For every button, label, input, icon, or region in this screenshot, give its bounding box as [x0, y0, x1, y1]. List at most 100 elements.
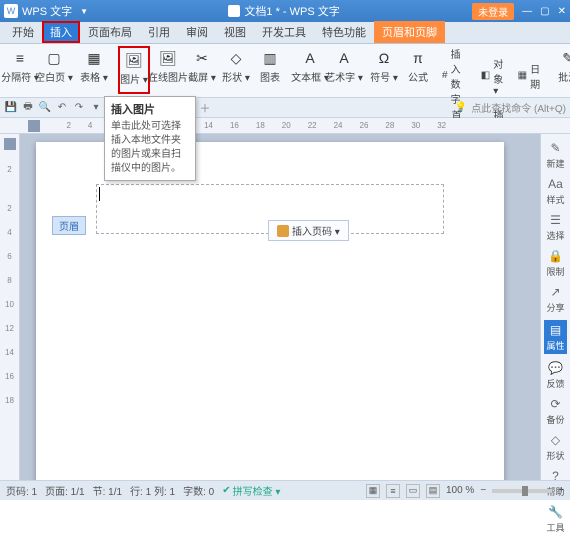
table-icon: ▦ — [84, 48, 104, 68]
chart-icon: ▥ — [260, 48, 280, 68]
screenshot-icon: ✂ — [192, 48, 212, 68]
tab-developer[interactable]: 开发工具 — [254, 21, 314, 43]
document-canvas[interactable]: 页眉 插入页码 ▾ — [20, 134, 540, 480]
sidebar-item-选择[interactable]: ☰选择 — [546, 212, 564, 242]
status-pages[interactable]: 页面: 1/1 — [45, 483, 84, 498]
sidebar-item-新建[interactable]: ✎新建 — [546, 140, 564, 170]
minimize-button[interactable]: — — [522, 6, 532, 17]
online-picture-button[interactable]: 🖼在线图片 — [152, 46, 184, 94]
ruler-mark: 16 — [5, 372, 14, 381]
wordart-button[interactable]: A艺术字 ▾ — [328, 46, 360, 94]
insert-number-button[interactable]: #插入数字 ◧对象 ▾ ▦日期 — [442, 46, 540, 106]
blank-page-icon: ▢ — [44, 48, 64, 68]
sidebar-item-属性[interactable]: ▤属性 — [544, 320, 566, 354]
horizontal-ruler[interactable]: 22468101214161820222426283032 — [0, 118, 570, 134]
chart-button[interactable]: ▥图表 — [254, 46, 286, 94]
sidebar-label: 工具 — [546, 521, 564, 534]
page-number-icon — [277, 225, 289, 237]
comment-button[interactable]: ✎批注 — [552, 46, 570, 94]
new-tab-button[interactable]: ＋ — [200, 100, 211, 116]
status-page[interactable]: 页码: 1 — [6, 483, 37, 498]
sidebar-label: 反馈 — [546, 377, 564, 390]
qat-save-icon[interactable]: 💾 — [4, 101, 18, 115]
sidebar-label: 分享 — [546, 301, 564, 314]
separator-icon: ≡ — [10, 48, 30, 68]
qat-more-icon[interactable]: ▾ — [89, 101, 103, 115]
login-button[interactable]: 未登录 — [472, 3, 514, 20]
tab-header-footer[interactable]: 页眉和页脚 — [374, 21, 445, 43]
blank-page-button[interactable]: ▢空白页 ▾ — [38, 46, 70, 94]
tooltip-body: 单击此处可选择插入本地文件夹的图片或来自扫描仪中的图片。 — [111, 120, 189, 176]
zoom-in-button[interactable]: + — [558, 485, 564, 496]
sidebar-item-备份[interactable]: ⟳备份 — [546, 396, 564, 426]
tab-special[interactable]: 特色功能 — [314, 21, 374, 43]
maximize-button[interactable]: ▢ — [540, 6, 549, 17]
view-outline-icon[interactable]: ≡ — [386, 484, 400, 498]
sidebar-label: 属性 — [546, 339, 564, 352]
formula-button[interactable]: π公式 — [402, 46, 434, 94]
shapes-icon: ◇ — [226, 48, 246, 68]
zoom-slider[interactable] — [492, 489, 552, 493]
tab-references[interactable]: 引用 — [140, 21, 178, 43]
sidebar-icon: ◇ — [547, 432, 563, 448]
tab-review[interactable]: 审阅 — [178, 21, 216, 43]
number-icon: # — [442, 70, 448, 82]
object-icon: ◧ — [481, 70, 490, 82]
picture-button[interactable]: 🖼图片 ▾ — [118, 46, 150, 94]
right-sidebar: ✎新建Aa样式☰选择🔒限制↗分享▤属性💬反馈⟳备份◇形状?帮助🔧工具 — [540, 134, 570, 480]
table-button[interactable]: ▦表格 ▾ — [78, 46, 110, 94]
ruler-mark: 2 — [66, 121, 70, 130]
textbox-button[interactable]: A文本框 ▾ — [294, 46, 326, 94]
app-logo: W — [4, 4, 18, 18]
ruler-mark: 32 — [437, 121, 446, 130]
wordart-icon: A — [334, 48, 354, 68]
qat-preview-icon[interactable]: 🔍 — [38, 101, 52, 115]
ruler-margin-indicator — [4, 138, 16, 150]
status-chars[interactable]: 字数: 0 — [183, 483, 214, 498]
textbox-icon: A — [300, 48, 320, 68]
zoom-value[interactable]: 100 % — [446, 485, 474, 496]
ruler-mark: 16 — [230, 121, 239, 130]
tab-layout[interactable]: 页面布局 — [80, 21, 140, 43]
screenshot-button[interactable]: ✂截屏 ▾ — [186, 46, 218, 94]
separator-button[interactable]: ≡分隔符 ▾ — [4, 46, 36, 94]
sidebar-icon: 🔒 — [547, 248, 563, 264]
picture-tooltip: 插入图片 单击此处可选择插入本地文件夹的图片或来自扫描仪中的图片。 — [104, 96, 196, 181]
insert-page-number-button[interactable]: 插入页码 ▾ — [268, 220, 349, 241]
qat-redo-icon[interactable]: ↷ — [72, 101, 86, 115]
app-name: WPS 文字 — [22, 3, 72, 19]
sidebar-item-分享[interactable]: ↗分享 — [546, 284, 564, 314]
ruler-margin-indicator — [28, 120, 40, 132]
close-button[interactable]: ✕ — [558, 6, 566, 17]
sidebar-item-样式[interactable]: Aa样式 — [546, 176, 564, 206]
sidebar-item-工具[interactable]: 🔧工具 — [546, 504, 564, 534]
status-rowcol[interactable]: 行: 1 列: 1 — [130, 483, 175, 498]
zoom-out-button[interactable]: − — [480, 485, 486, 496]
view-reading-icon[interactable]: ▤ — [426, 484, 440, 498]
ruler-mark: 6 — [7, 252, 11, 261]
sidebar-icon: ✎ — [547, 140, 563, 156]
tab-start[interactable]: 开始 — [4, 21, 42, 43]
qat-print-icon[interactable]: 🖶 — [21, 101, 35, 115]
online-picture-icon: 🖼 — [158, 48, 178, 68]
sidebar-label: 备份 — [546, 413, 564, 426]
shapes-button[interactable]: ◇形状 ▾ — [220, 46, 252, 94]
status-section[interactable]: 节: 1/1 — [93, 483, 122, 498]
tab-insert[interactable]: 插入 — [42, 21, 80, 43]
qat-undo-icon[interactable]: ↶ — [55, 101, 69, 115]
view-print-layout-icon[interactable]: ▦ — [366, 484, 380, 498]
page[interactable]: 页眉 插入页码 ▾ — [36, 142, 504, 480]
ruler-mark: 2 — [7, 165, 11, 174]
status-spellcheck[interactable]: ✔ 拼写检查 ▾ — [222, 483, 280, 498]
work-area: 224681012141618 页眉 插入页码 ▾ ✎新建 Aa样式 ☰选择 🔒限制 ↗… — [0, 134, 570, 480]
ruler-mark: 22 — [308, 121, 317, 130]
ruler-mark: 20 — [282, 121, 291, 130]
sidebar-item-限制[interactable]: 🔒限制 — [546, 248, 564, 278]
symbol-button[interactable]: Ω符号 ▾ — [368, 46, 400, 94]
app-menu-dropdown[interactable]: ▼ — [80, 7, 88, 16]
sidebar-item-形状[interactable]: ◇形状 — [546, 432, 564, 462]
tab-view[interactable]: 视图 — [216, 21, 254, 43]
sidebar-item-反馈[interactable]: 💬反馈 — [546, 360, 564, 390]
view-web-icon[interactable]: ▭ — [406, 484, 420, 498]
vertical-ruler[interactable]: 224681012141618 — [0, 134, 20, 480]
